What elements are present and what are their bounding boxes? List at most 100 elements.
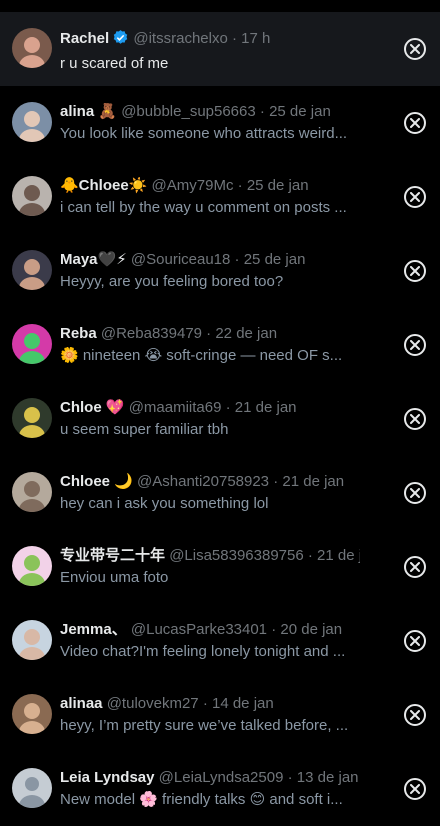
message-preview: u seem super familiar tbh — [60, 421, 229, 438]
timestamp: 17 h — [241, 30, 271, 47]
conversation-row[interactable]: alinaa @tulovekm27 · 14 de jan heyy, I’m… — [0, 678, 440, 752]
user-handle: @maamiita69 — [128, 399, 222, 416]
avatar[interactable] — [12, 620, 52, 660]
top-bar — [0, 0, 440, 12]
conversation-content: Leia Lyndsay @LeiaLyndsa2509 · 13 de jan… — [60, 769, 360, 809]
timestamp: 14 de jan — [211, 695, 274, 712]
display-name: alina 🧸 — [60, 103, 118, 120]
display-name: Leia Lyndsay — [60, 769, 155, 786]
avatar[interactable] — [12, 472, 52, 512]
close-circle-icon[interactable] — [404, 334, 426, 356]
conversation-header: alinaa @tulovekm27 · 14 de jan — [60, 695, 360, 713]
timestamp: 20 de jan — [280, 621, 343, 638]
close-circle-icon[interactable] — [404, 704, 426, 726]
conversation-header: 🐥Chloee☀️ @Amy79Mc · 25 de jan — [60, 177, 360, 195]
message-preview: heyy, I’m pretty sure we’ve talked befor… — [60, 717, 349, 734]
message-preview: You look like someone who attracts weird… — [60, 125, 348, 142]
message-preview: 🌼 nineteen 😭 soft-cringe — need OF s... — [60, 347, 343, 364]
message-preview: hey can i ask you something lol — [60, 495, 269, 512]
separator-dot: · — [206, 325, 212, 342]
timestamp: 22 de jan — [215, 325, 278, 342]
separator-dot: · — [287, 769, 293, 786]
avatar[interactable] — [12, 176, 52, 216]
separator-dot: · — [307, 547, 313, 564]
user-handle: @Amy79Mc — [151, 177, 234, 194]
conversation-row[interactable]: Reba @Reba839479 · 22 de jan 🌼 nineteen … — [0, 308, 440, 382]
timestamp: 25 de jan — [246, 177, 309, 194]
close-circle-icon[interactable] — [404, 408, 426, 430]
conversation-header: Maya🖤⚡ @Souriceau18 · 25 de jan — [60, 251, 360, 269]
message-preview: New model 🌸 friendly talks 😊 and soft i.… — [60, 791, 343, 808]
conversation-row[interactable]: Maya🖤⚡ @Souriceau18 · 25 de jan Heyyy, a… — [0, 234, 440, 308]
conversation-row[interactable]: 🐥Chloee☀️ @Amy79Mc · 25 de jan i can tel… — [0, 160, 440, 234]
conversation-content: Maya🖤⚡ @Souriceau18 · 25 de jan Heyyy, a… — [60, 251, 360, 291]
conversation-header: Rachel @itssrachelxo · 17 h — [60, 29, 360, 51]
message-preview: Video chat?I'm feeling lonely tonight an… — [60, 643, 346, 660]
user-handle: @LucasParke33401 — [130, 621, 268, 638]
avatar[interactable] — [12, 102, 52, 142]
display-name: alinaa — [60, 695, 103, 712]
conversation-content: Chloe 💖 @maamiita69 · 21 de jan u seem s… — [60, 399, 360, 439]
conversation-content: 🐥Chloee☀️ @Amy79Mc · 25 de jan i can tel… — [60, 177, 360, 217]
conversation-row[interactable]: 专业带号二十年 @Lisa58396389756 · 21 de jan Env… — [0, 530, 440, 604]
separator-dot: · — [273, 473, 279, 490]
display-name: Chloee 🌙 — [60, 473, 133, 490]
close-circle-icon[interactable] — [404, 186, 426, 208]
conversation-header: Leia Lyndsay @LeiaLyndsa2509 · 13 de jan — [60, 769, 360, 787]
display-name: Chloe 💖 — [60, 399, 125, 416]
conversation-header: Chloe 💖 @maamiita69 · 21 de jan — [60, 399, 360, 417]
separator-dot: · — [271, 621, 277, 638]
timestamp: 25 de jan — [269, 103, 331, 120]
conversation-header: Reba @Reba839479 · 22 de jan — [60, 325, 360, 343]
close-circle-icon[interactable] — [404, 38, 426, 60]
separator-dot: · — [237, 177, 243, 194]
avatar[interactable] — [12, 250, 52, 290]
avatar[interactable] — [12, 546, 52, 586]
message-preview: r u scared of me — [60, 55, 169, 72]
conversation-content: Chloee 🌙 @Ashanti20758923 · 21 de jan he… — [60, 473, 360, 513]
user-handle: @bubble_sup56663 — [121, 103, 256, 120]
conversation-row[interactable]: alina 🧸 @bubble_sup56663 · 25 de jan You… — [0, 86, 440, 160]
close-circle-icon[interactable] — [404, 482, 426, 504]
user-handle: @Reba839479 — [100, 325, 202, 342]
close-circle-icon[interactable] — [404, 778, 426, 800]
conversation-row[interactable]: Jemma、 @LucasParke33401 · 20 de jan Vide… — [0, 604, 440, 678]
conversation-row[interactable]: Chloe 💖 @maamiita69 · 21 de jan u seem s… — [0, 382, 440, 456]
display-name: Rachel — [60, 30, 110, 47]
display-name: Reba — [60, 325, 97, 342]
message-preview: Enviou uma foto — [60, 569, 169, 586]
conversation-row[interactable]: Chloee 🌙 @Ashanti20758923 · 21 de jan he… — [0, 456, 440, 530]
separator-dot: · — [259, 103, 265, 120]
conversation-row[interactable]: Rachel @itssrachelxo · 17 h r u scared o… — [0, 12, 440, 86]
conversation-content: alina 🧸 @bubble_sup56663 · 25 de jan You… — [60, 103, 360, 143]
conversation-header: 专业带号二十年 @Lisa58396389756 · 21 de jan — [60, 547, 360, 565]
avatar[interactable] — [12, 694, 52, 734]
avatar[interactable] — [12, 28, 52, 68]
conversation-header: Jemma、 @LucasParke33401 · 20 de jan — [60, 621, 360, 639]
conversation-content: Rachel @itssrachelxo · 17 h r u scared o… — [60, 29, 360, 73]
message-preview: Heyyy, are you feeling bored too? — [60, 273, 284, 290]
user-handle: @Ashanti20758923 — [137, 473, 270, 490]
display-name: 🐥Chloee☀️ — [60, 177, 148, 194]
separator-dot: · — [231, 30, 237, 47]
user-handle: @tulovekm27 — [106, 695, 199, 712]
user-handle: @Souriceau18 — [130, 251, 231, 268]
timestamp: 21 de jan — [282, 473, 345, 490]
close-circle-icon[interactable] — [404, 112, 426, 134]
avatar[interactable] — [12, 324, 52, 364]
avatar[interactable] — [12, 768, 52, 808]
timestamp: 21 de jan — [234, 399, 297, 416]
timestamp: 13 de jan — [296, 769, 359, 786]
avatar[interactable] — [12, 398, 52, 438]
close-circle-icon[interactable] — [404, 260, 426, 282]
conversation-content: Jemma、 @LucasParke33401 · 20 de jan Vide… — [60, 621, 360, 661]
close-circle-icon[interactable] — [404, 556, 426, 578]
close-circle-icon[interactable] — [404, 630, 426, 652]
separator-dot: · — [202, 695, 208, 712]
display-name: Maya🖤⚡ — [60, 251, 127, 268]
display-name: 专业带号二十年 — [60, 547, 166, 564]
separator-dot: · — [225, 399, 231, 416]
conversation-header: alina 🧸 @bubble_sup56663 · 25 de jan — [60, 103, 360, 121]
conversation-content: 专业带号二十年 @Lisa58396389756 · 21 de jan Env… — [60, 547, 360, 587]
separator-dot: · — [234, 251, 240, 268]
